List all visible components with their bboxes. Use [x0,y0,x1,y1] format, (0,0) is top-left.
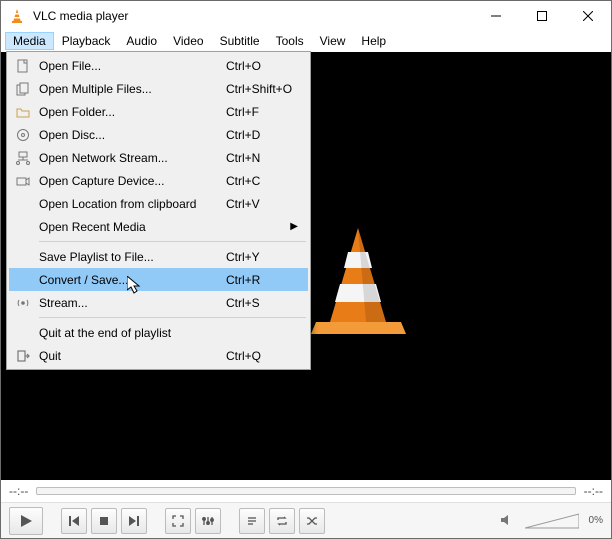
speaker-icon[interactable] [499,512,517,530]
menu-item-label: Open Multiple Files... [37,82,226,96]
menu-item-open-folder[interactable]: Open Folder...Ctrl+F [9,100,308,123]
volume-label: 0% [589,515,603,526]
time-elapsed: --:-- [9,484,28,498]
minimize-button[interactable] [473,1,519,31]
menu-item-shortcut: Ctrl+Y [226,250,308,264]
menu-item-label: Open Capture Device... [37,174,226,188]
menu-item-shortcut: Ctrl+R [226,273,308,287]
menu-item-stream[interactable]: Stream...Ctrl+S [9,291,308,314]
play-button[interactable] [9,507,43,535]
menu-video[interactable]: Video [165,32,211,50]
window-controls [473,1,611,31]
menu-item-quit-at-the-end-of-playlist[interactable]: Quit at the end of playlist [9,321,308,344]
menu-item-label: Open File... [37,59,226,73]
menu-item-label: Open Location from clipboard [37,197,226,211]
menu-view[interactable]: View [312,32,354,50]
playlist-button[interactable] [239,508,265,534]
menu-item-shortcut: Ctrl+D [226,128,308,142]
menu-item-shortcut: Ctrl+F [226,105,308,119]
menu-item-open-multiple-files[interactable]: Open Multiple Files...Ctrl+Shift+O [9,77,308,100]
capture-icon [9,174,37,188]
menu-tools[interactable]: Tools [268,32,312,50]
menu-item-convert-save[interactable]: Convert / Save...Ctrl+R [9,268,308,291]
menu-item-open-capture-device[interactable]: Open Capture Device...Ctrl+C [9,169,308,192]
folder-icon [9,105,37,119]
menu-item-label: Open Folder... [37,105,226,119]
maximize-button[interactable] [519,1,565,31]
menu-item-label: Open Disc... [37,128,226,142]
menu-item-open-location-from-clipboard[interactable]: Open Location from clipboardCtrl+V [9,192,308,215]
menu-item-label: Quit at the end of playlist [37,326,226,340]
menubar: MediaPlaybackAudioVideoSubtitleToolsView… [1,31,611,52]
close-button[interactable] [565,1,611,31]
menu-playback[interactable]: Playback [54,32,119,50]
menu-item-label: Stream... [37,296,226,310]
menu-item-shortcut: Ctrl+Q [226,349,308,363]
time-total: --:-- [584,484,603,498]
menu-item-label: Save Playlist to File... [37,250,226,264]
menu-help[interactable]: Help [353,32,394,50]
time-bar: --:-- --:-- [1,480,611,502]
quit-icon [9,349,37,363]
menu-item-label: Convert / Save... [37,273,226,287]
menu-audio[interactable]: Audio [118,32,165,50]
menu-media[interactable]: Media [5,32,54,50]
menu-separator [39,241,306,242]
menu-item-open-disc[interactable]: Open Disc...Ctrl+D [9,123,308,146]
menu-item-shortcut: Ctrl+O [226,59,308,73]
stop-button[interactable] [91,508,117,534]
seek-slider[interactable] [36,487,575,495]
next-button[interactable] [121,508,147,534]
menu-subtitle[interactable]: Subtitle [212,32,268,50]
menu-item-shortcut: Ctrl+Shift+O [226,82,308,96]
stream-icon [9,296,37,310]
files-icon [9,82,37,96]
menu-item-label: Open Recent Media [37,220,226,234]
controls-toolbar: 0% [1,502,611,538]
menu-item-shortcut: Ctrl+C [226,174,308,188]
menu-item-open-recent-media[interactable]: Open Recent Media ▶ [9,215,308,238]
disc-icon [9,128,37,142]
menu-item-shortcut: Ctrl+V [226,197,308,211]
menu-separator [39,317,306,318]
menu-item-label: Open Network Stream... [37,151,226,165]
menu-item-shortcut: Ctrl+N [226,151,308,165]
network-icon [9,151,37,165]
titlebar: VLC media player [1,1,611,31]
window-title: VLC media player [33,9,473,23]
menu-item-label: Quit [37,349,226,363]
menu-item-shortcut: Ctrl+S [226,296,308,310]
menu-item-quit[interactable]: QuitCtrl+Q [9,344,308,367]
shuffle-button[interactable] [299,508,325,534]
vlc-cone-icon [306,222,411,342]
file-icon [9,59,37,73]
media-menu-dropdown: Open File...Ctrl+OOpen Multiple Files...… [6,51,311,370]
volume-slider[interactable] [525,512,579,530]
extended-settings-button[interactable] [195,508,221,534]
menu-item-save-playlist-to-file[interactable]: Save Playlist to File...Ctrl+Y [9,245,308,268]
app-cone-icon [9,8,25,24]
menu-item-open-network-stream[interactable]: Open Network Stream...Ctrl+N [9,146,308,169]
submenu-arrow-icon: ▶ [290,221,298,232]
previous-button[interactable] [61,508,87,534]
loop-button[interactable] [269,508,295,534]
menu-item-open-file[interactable]: Open File...Ctrl+O [9,54,308,77]
fullscreen-button[interactable] [165,508,191,534]
